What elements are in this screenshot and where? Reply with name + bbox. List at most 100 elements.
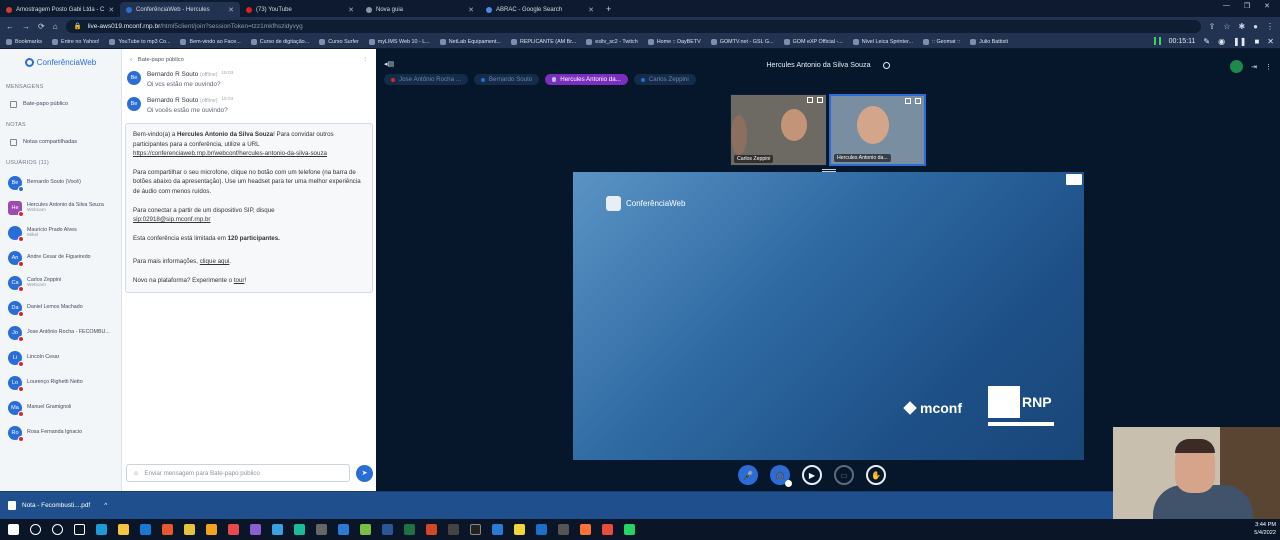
presentation-menu-button[interactable] bbox=[1066, 174, 1082, 185]
user-list-item[interactable]: Ma Manuel Gramignoli bbox=[0, 395, 121, 420]
back-icon[interactable]: ← bbox=[6, 22, 14, 31]
chat-message-input[interactable]: ☺ Enviar mensagem para Bate-papo público bbox=[126, 464, 350, 482]
user-list-item[interactable]: He Hercules Antonio da Silva Souza Webcam bbox=[0, 195, 121, 220]
windows-start-icon[interactable] bbox=[8, 524, 19, 535]
maximize-icon[interactable]: ❐ bbox=[1244, 2, 1250, 10]
bookmark-item[interactable]: Home :: DayBETV bbox=[647, 38, 701, 45]
bookmark-item[interactable]: YouTube to mp3 Co... bbox=[109, 38, 170, 45]
bookmark-item[interactable]: :: Geomat :: bbox=[922, 38, 960, 45]
star-icon[interactable]: ☆ bbox=[1223, 22, 1230, 31]
bookmark-item[interactable]: GOM eXP Official -... bbox=[783, 38, 843, 45]
new-tab-button[interactable]: + bbox=[600, 2, 617, 17]
firefox-icon[interactable] bbox=[580, 524, 591, 535]
options-icon[interactable]: ⋮ bbox=[1265, 63, 1272, 71]
microphone-button[interactable]: 🎤 bbox=[738, 465, 758, 485]
leave-icon[interactable]: ⇥ bbox=[1251, 63, 1257, 71]
raise-hand-button[interactable]: ✋ bbox=[866, 465, 886, 485]
close-tab-icon[interactable]: ✕ bbox=[348, 6, 354, 14]
bookmark-item[interactable]: Nível Leica Sprinter... bbox=[852, 38, 913, 45]
close-tab-icon[interactable]: ✕ bbox=[108, 6, 114, 14]
bookmark-item[interactable]: Julio Battisti bbox=[970, 38, 1008, 45]
browser-tab-active[interactable]: ConferênciaWeb - Hercules ✕ bbox=[120, 2, 240, 17]
app-icon[interactable] bbox=[536, 524, 547, 535]
user-list-item[interactable]: Ca Carlos Zeppini Webcam bbox=[0, 270, 121, 295]
camera-button[interactable]: ▶ bbox=[802, 465, 822, 485]
close-tab-icon[interactable]: ✕ bbox=[588, 6, 594, 14]
bookmark-item[interactable]: GOMTV.net - GSL G... bbox=[710, 38, 774, 45]
bookmark-item[interactable]: esltv_sc2 - Twitch bbox=[586, 38, 638, 45]
app-icon[interactable] bbox=[448, 524, 459, 535]
user-list-item[interactable]: An Andre Cesar de Figueiredo bbox=[0, 245, 121, 270]
sip-link[interactable]: sip:02918@sip.mconf.rnp.br bbox=[133, 216, 210, 223]
app-icon[interactable] bbox=[558, 524, 569, 535]
browser-tab[interactable]: (73) YouTube ✕ bbox=[240, 2, 360, 17]
reload-icon[interactable]: ⟳ bbox=[38, 22, 45, 31]
bookmark-item[interactable]: Curso de digitação... bbox=[250, 38, 309, 45]
shared-notes-link[interactable]: Notas compartilhadas bbox=[0, 132, 121, 152]
app-icon[interactable] bbox=[250, 524, 261, 535]
more-options-icon[interactable]: ⋮ bbox=[362, 57, 368, 63]
url-field[interactable]: 🔒 live-aws019.mconf.rnp.br/html5client/j… bbox=[65, 19, 1201, 33]
send-message-button[interactable]: ➤ bbox=[356, 464, 373, 482]
minimize-icon[interactable]: — bbox=[1223, 2, 1230, 10]
bookmark-item[interactable]: Bem-vindo ao Face... bbox=[180, 38, 241, 45]
download-menu-chevron-icon[interactable]: ^ bbox=[104, 502, 107, 509]
forward-icon[interactable]: → bbox=[22, 22, 30, 31]
expand-icon[interactable] bbox=[817, 97, 823, 103]
whatsapp-icon[interactable] bbox=[624, 524, 635, 535]
word-icon[interactable] bbox=[382, 524, 393, 535]
user-list-item[interactable]: Be Bernardo Souto (Você) bbox=[0, 170, 121, 195]
record-icon[interactable] bbox=[882, 61, 890, 69]
app-icon[interactable] bbox=[184, 524, 195, 535]
expand-icon[interactable] bbox=[915, 98, 921, 104]
app-icon[interactable] bbox=[338, 524, 349, 535]
chevron-left-icon[interactable]: ‹ bbox=[130, 57, 132, 63]
file-explorer-icon[interactable] bbox=[118, 524, 129, 535]
edge-icon[interactable] bbox=[96, 524, 107, 535]
user-list-item[interactable]: Li Lincoln Cesar bbox=[0, 345, 121, 370]
cortana-icon[interactable] bbox=[52, 524, 63, 535]
vscode-icon[interactable] bbox=[492, 524, 503, 535]
powerpoint-icon[interactable] bbox=[426, 524, 437, 535]
app-icon[interactable] bbox=[602, 524, 613, 535]
close-tab-icon[interactable]: ✕ bbox=[228, 6, 234, 14]
pause-icon[interactable]: ❚❚ bbox=[1233, 37, 1246, 46]
home-icon[interactable]: ⌂ bbox=[53, 22, 58, 31]
pen-icon[interactable]: ✎ bbox=[1203, 37, 1210, 46]
user-list-item[interactable]: Jo Jose Antônio Rocha - FECOMBU... bbox=[0, 320, 121, 345]
more-info-link[interactable]: clique aqui bbox=[200, 258, 230, 265]
search-icon[interactable] bbox=[30, 524, 41, 535]
tour-link[interactable]: tour bbox=[234, 277, 245, 284]
close-tab-icon[interactable]: ✕ bbox=[468, 6, 474, 14]
menu-icon[interactable]: ⋮ bbox=[1266, 22, 1274, 31]
system-clock[interactable]: 3:44 PM 5/4/2022 bbox=[1254, 522, 1276, 538]
stop-icon[interactable]: ■ bbox=[1254, 37, 1259, 46]
browser-tab[interactable]: ABRAC - Google Search ✕ bbox=[480, 2, 600, 17]
fullscreen-icon[interactable] bbox=[807, 97, 813, 103]
connection-status-icon[interactable] bbox=[1230, 60, 1244, 73]
user-list-item[interactable]: Ro Rosa Fernanda Ignacio bbox=[0, 420, 121, 445]
fullscreen-icon[interactable] bbox=[905, 98, 911, 104]
conference-url-link[interactable]: https://conferenciaweb.rnp.br/webconf/he… bbox=[133, 150, 327, 157]
bookmark-item[interactable]: NetLab Equipament... bbox=[439, 38, 501, 45]
emoji-icon[interactable]: ☺ bbox=[133, 470, 139, 477]
app-icon[interactable] bbox=[316, 524, 327, 535]
excel-icon[interactable] bbox=[404, 524, 415, 535]
bookmark-item[interactable]: Curso Surfer bbox=[319, 38, 359, 45]
app-icon[interactable] bbox=[514, 524, 525, 535]
extensions-icon[interactable]: ✱ bbox=[1238, 22, 1245, 31]
close-recorder-icon[interactable]: ✕ bbox=[1267, 37, 1274, 46]
share-icon[interactable]: ⇪ bbox=[1209, 22, 1216, 31]
screenshare-button[interactable]: ▭ bbox=[834, 465, 854, 485]
profile-avatar-icon[interactable]: ● bbox=[1253, 22, 1258, 31]
bookmark-item[interactable]: Entre no Yahoo! bbox=[51, 38, 99, 45]
bookmark-item[interactable]: REPLICANTE (AM Br... bbox=[510, 38, 576, 45]
app-icon[interactable] bbox=[360, 524, 371, 535]
browser-tab[interactable]: Nova guia ✕ bbox=[360, 2, 480, 17]
user-list-item[interactable]: Da Daniel Lemos Machado bbox=[0, 295, 121, 320]
chrome-profile-icon[interactable] bbox=[162, 524, 173, 535]
app-icon[interactable] bbox=[272, 524, 283, 535]
app-icon[interactable] bbox=[294, 524, 305, 535]
webcam-tile[interactable]: Carlos Zeppini bbox=[730, 94, 827, 166]
app-icon[interactable] bbox=[228, 524, 239, 535]
